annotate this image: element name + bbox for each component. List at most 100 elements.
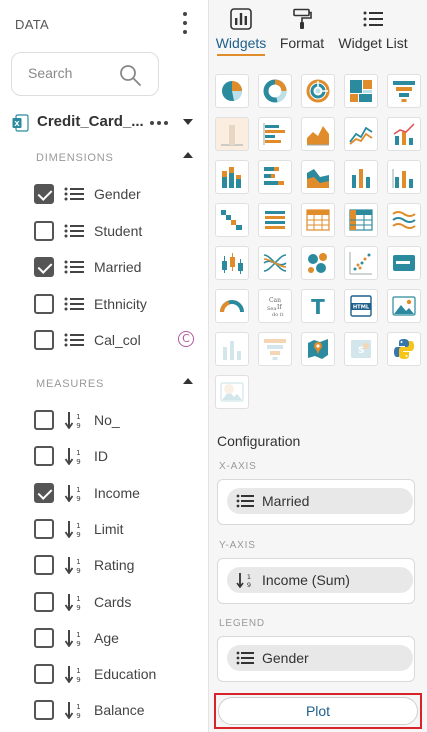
widget-button-image-widget[interactable] (387, 289, 421, 323)
widget-button-column-chart[interactable] (215, 117, 249, 151)
measure-checkbox[interactable] (34, 700, 54, 721)
measure-field-row[interactable]: 1 9 Rating (34, 553, 204, 577)
widget-button-kpi-card[interactable] (387, 246, 421, 280)
dimension-checkbox[interactable] (34, 220, 54, 241)
widget-button-bubble-chart[interactable] (301, 246, 335, 280)
field-search-input[interactable] (28, 65, 118, 81)
tab-format[interactable]: Format (275, 0, 329, 60)
widget-button-gauge[interactable] (215, 289, 249, 323)
widget-button-table[interactable] (301, 203, 335, 237)
measure-field-row[interactable]: 1 9 Cards (34, 590, 204, 614)
measure-checkbox[interactable] (34, 555, 54, 576)
measure-field-row[interactable]: 1 9 Balance (34, 698, 204, 722)
widget-button-bar-chart[interactable] (258, 117, 292, 151)
dimmed-column-icon (223, 341, 241, 360)
dimension-field-row[interactable]: Student (34, 219, 204, 243)
measure-field-row[interactable]: 1 9 Limit (34, 517, 204, 541)
y-axis-field-chip[interactable]: 1 9 Income (Sum) (227, 567, 413, 593)
measure-sort-icon: 19 (64, 629, 81, 647)
measure-field-row[interactable]: 1 9 Age (34, 626, 204, 650)
dimension-checkbox[interactable] (34, 330, 54, 350)
measure-field-row[interactable]: 1 9 ID (34, 444, 204, 468)
legend-label: LEGEND (219, 618, 265, 629)
widget-panel-tabs: Widgets Format Widget List (209, 0, 427, 60)
widget-button-text-widget[interactable]: T (301, 289, 335, 323)
dataset-collapse-icon[interactable] (183, 119, 193, 125)
widget-button-area-chart[interactable] (301, 117, 335, 151)
widget-button-line-chart[interactable] (344, 117, 378, 151)
dimensions-collapse-icon[interactable] (183, 152, 193, 158)
dataset-header[interactable]: X Credit_Card_... (12, 110, 202, 136)
dimension-field-row[interactable]: Gender (34, 182, 204, 206)
dimension-checkbox[interactable] (34, 184, 54, 204)
dimension-field-row[interactable]: Married (34, 255, 204, 279)
widget-button-pie-chart[interactable] (215, 74, 249, 108)
measures-collapse-icon[interactable] (183, 378, 193, 384)
svg-text:9: 9 (76, 676, 80, 683)
widgets-icon (230, 8, 252, 30)
widget-button-pivot-table[interactable] (344, 203, 378, 237)
dimension-checkbox[interactable] (34, 257, 54, 277)
widget-button-donut-chart[interactable] (258, 74, 292, 108)
html-widget-icon: HTML (350, 295, 372, 317)
widget-button-dimmed-funnel[interactable] (258, 332, 292, 366)
widget-button-column-line[interactable] (344, 160, 378, 194)
measure-checkbox[interactable] (34, 482, 54, 503)
widget-button-geo-map[interactable] (301, 332, 335, 366)
measure-field-row[interactable]: 1 9 Education (34, 662, 204, 686)
dimension-field-row[interactable]: Ethnicity (34, 292, 204, 316)
measure-checkbox[interactable] (34, 518, 54, 539)
widget-button-combo-chart[interactable] (387, 117, 421, 151)
widget-button-horizontal-bar[interactable] (258, 203, 292, 237)
plot-button[interactable]: Plot (218, 697, 418, 725)
svg-text:1: 1 (76, 667, 80, 675)
widget-button-stacked-area[interactable] (301, 160, 335, 194)
legend-field-chip[interactable]: Gender (227, 645, 413, 671)
widget-button-treemap[interactable] (344, 74, 378, 108)
sunburst-chart-icon (306, 79, 330, 103)
dataset-more-icon[interactable] (150, 121, 168, 125)
paint-roller-icon (293, 8, 312, 29)
measure-field-row[interactable]: 1 9 No_ (34, 408, 204, 432)
x-axis-dropzone[interactable]: Married (217, 479, 415, 525)
widget-button-word-cloud[interactable]: Can Sea If do it (258, 289, 292, 323)
widget-button-scatter-plot[interactable] (344, 246, 378, 280)
widget-button-stacked-bar[interactable] (258, 160, 292, 194)
svg-text:1: 1 (76, 558, 80, 566)
widget-button-funnel-chart[interactable] (387, 74, 421, 108)
y-axis-dropzone[interactable]: 1 9 Income (Sum) (217, 558, 415, 604)
widget-button-dimmed-image[interactable] (215, 375, 249, 409)
widget-button-dimmed-column[interactable] (215, 332, 249, 366)
widget-button-stacked-column-line[interactable] (387, 160, 421, 194)
widget-button-box-plot[interactable] (215, 246, 249, 280)
combo-chart-icon (393, 123, 415, 145)
dimmed-map-icon: S (351, 340, 371, 358)
dimension-list-icon (64, 297, 84, 310)
widget-button-stacked-column[interactable] (215, 160, 249, 194)
widget-button-html-widget[interactable]: HTML (344, 289, 378, 323)
tab-widgets[interactable]: Widgets (213, 0, 269, 60)
widget-button-streamgraph[interactable] (387, 203, 421, 237)
x-axis-field-chip[interactable]: Married (227, 488, 413, 514)
measure-checkbox[interactable] (34, 664, 54, 685)
search-icon[interactable] (118, 63, 142, 87)
tab-widget-list[interactable]: Widget List (335, 0, 411, 60)
pivot-table-icon (349, 209, 373, 231)
measure-checkbox[interactable] (34, 591, 54, 612)
measure-field-row[interactable]: 1 9 Income (34, 481, 204, 505)
data-panel-menu-icon[interactable] (180, 12, 190, 34)
dimension-checkbox[interactable] (34, 293, 54, 314)
dimension-field-row[interactable]: Cal_col C (34, 328, 204, 352)
widget-button-dimmed-map[interactable]: S (344, 332, 378, 366)
measure-checkbox[interactable] (34, 410, 54, 430)
svg-text:1: 1 (76, 486, 80, 494)
legend-dropzone[interactable]: Gender (217, 636, 415, 682)
data-panel: DATA X Credit_Card_... DIMENSIONS Gender… (0, 0, 209, 732)
measure-checkbox[interactable] (34, 627, 54, 648)
widget-button-python[interactable] (387, 332, 421, 366)
widget-button-sunburst-chart[interactable] (301, 74, 335, 108)
measure-checkbox[interactable] (34, 446, 54, 467)
widget-button-parallel-coordinates[interactable] (258, 246, 292, 280)
svg-text:Can: Can (269, 297, 281, 304)
widget-button-waterfall[interactable] (215, 203, 249, 237)
